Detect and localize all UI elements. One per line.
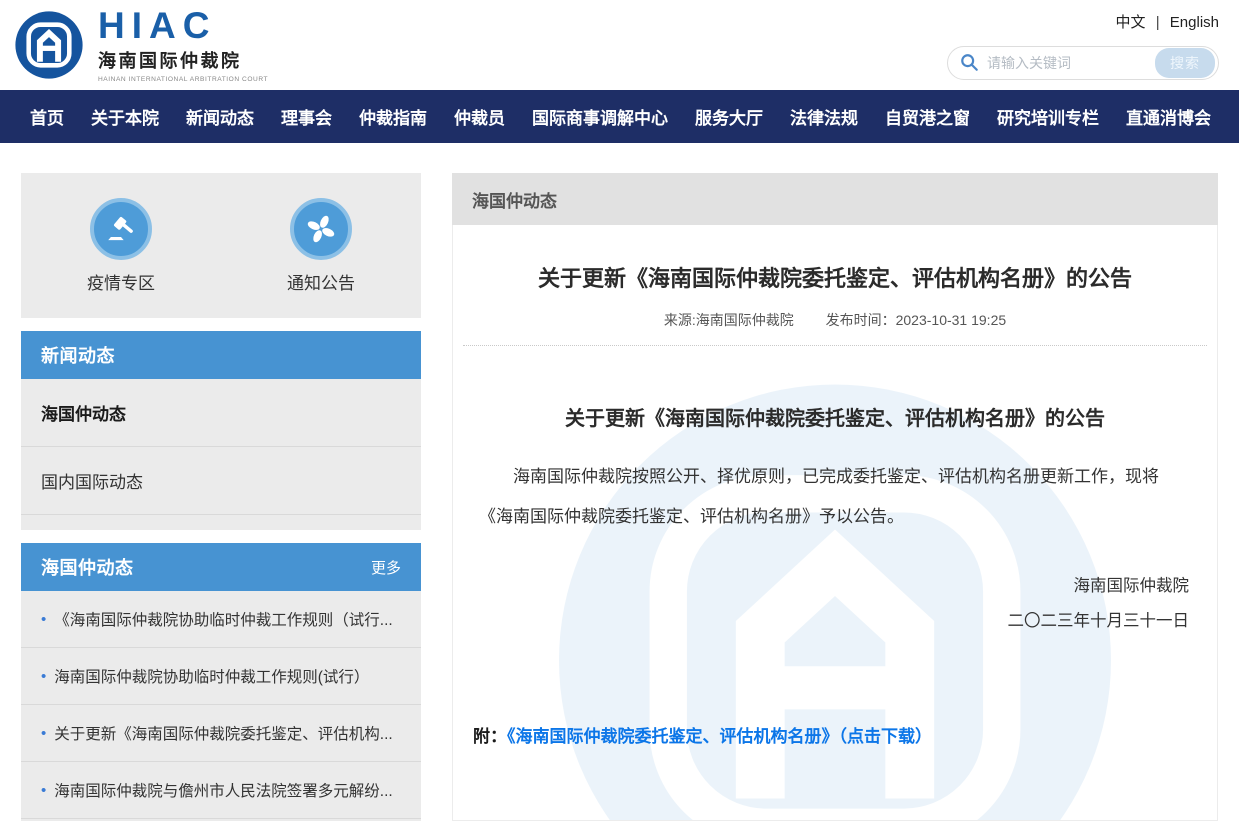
news-list-title: 海国仲动态	[41, 554, 134, 580]
bullet-icon: •	[41, 668, 46, 685]
nav-item-arbitration-guide[interactable]: 仲裁指南	[359, 104, 427, 129]
article-meta: 来源:海南国际仲裁院 发布时间：2023-10-31 19:25	[453, 310, 1217, 330]
article-publish-time: 发布时间：2023-10-31 19:25	[826, 312, 1007, 328]
news-menu-header: 新闻动态	[21, 331, 421, 379]
language-switcher: 中文 | English	[1116, 11, 1219, 32]
signature-block: 海南国际仲裁院 二〇二三年十月三十一日	[453, 569, 1217, 640]
news-list-item[interactable]: • 关于更新《海南国际仲裁院委托鉴定、评估机构...	[21, 705, 421, 762]
news-menu-title: 新闻动态	[41, 342, 115, 368]
nav-item-research-training[interactable]: 研究培训专栏	[997, 104, 1099, 129]
signature-date: 二〇二三年十月三十一日	[453, 604, 1189, 639]
logo-name-cn: 海南国际仲裁院	[98, 47, 268, 73]
section-title: 海国仲动态	[472, 187, 557, 212]
more-link[interactable]: 更多	[371, 557, 401, 578]
sidebar: 疫情专区 通知公告 新闻动态 海国仲动态 国内	[21, 173, 421, 821]
attachment-prefix: 附：	[473, 727, 507, 746]
news-list-item[interactable]: • 海南国际仲裁院协助临时仲裁工作规则(试行）	[21, 648, 421, 705]
nav-item-news[interactable]: 新闻动态	[186, 104, 254, 129]
news-menu-section: 新闻动态 海国仲动态 国内国际动态	[21, 331, 421, 530]
quick-link-label: 疫情专区	[87, 269, 155, 294]
news-list-section: 海国仲动态 更多 • 《海南国际仲裁院协助临时仲裁工作规则（试行... • 海南…	[21, 543, 421, 821]
gavel-icon	[90, 198, 152, 260]
main-content: 海国仲动态 关于更新《海南国际仲裁院委托鉴定、评估机构名册》的公告 来源:海南国…	[452, 173, 1218, 821]
nav-item-laws[interactable]: 法律法规	[790, 104, 858, 129]
signature-name: 海南国际仲裁院	[453, 569, 1189, 604]
news-menu-body: 海国仲动态 国内国际动态	[21, 379, 421, 530]
news-list-item-label: 关于更新《海南国际仲裁院委托鉴定、评估机构...	[54, 722, 392, 744]
article: 关于更新《海南国际仲裁院委托鉴定、评估机构名册》的公告 来源:海南国际仲裁院 发…	[452, 225, 1218, 821]
nav-item-mediation-center[interactable]: 国际商事调解中心	[532, 104, 668, 129]
section-title-bar: 海国仲动态	[452, 173, 1218, 225]
logo-text: HIAC 海南国际仲裁院 HAINAN INTERNATIONAL ARBITR…	[98, 7, 268, 83]
header-right: 中文 | English 搜索	[947, 11, 1219, 80]
pinwheel-icon	[290, 198, 352, 260]
search-button[interactable]: 搜索	[1155, 48, 1215, 78]
nav-item-service-hall[interactable]: 服务大厅	[695, 104, 763, 129]
nav-item-expo[interactable]: 直通消博会	[1126, 104, 1211, 129]
quick-link-label: 通知公告	[287, 269, 355, 294]
news-list-item-label: 海南国际仲裁院与儋州市人民法院签署多元解纷...	[54, 779, 392, 801]
bullet-icon: •	[41, 782, 46, 799]
news-list-body: • 《海南国际仲裁院协助临时仲裁工作规则（试行... • 海南国际仲裁院协助临时…	[21, 591, 421, 821]
article-body-title: 关于更新《海南国际仲裁院委托鉴定、评估机构名册》的公告	[453, 402, 1217, 431]
search-icon	[960, 53, 979, 72]
sidebar-item-hiac-news[interactable]: 海国仲动态	[21, 379, 421, 447]
search-input[interactable]	[987, 55, 1155, 71]
nav-item-free-trade-port[interactable]: 自贸港之窗	[885, 104, 970, 129]
site-header: HIAC 海南国际仲裁院 HAINAN INTERNATIONAL ARBITR…	[0, 0, 1239, 90]
logo-name-en: HAINAN INTERNATIONAL ARBITRATION COURT	[98, 76, 268, 83]
page-body: 疫情专区 通知公告 新闻动态 海国仲动态 国内	[0, 143, 1239, 821]
main-nav: 首页 关于本院 新闻动态 理事会 仲裁指南 仲裁员 国际商事调解中心 服务大厅 …	[0, 90, 1239, 143]
article-source: 来源:海南国际仲裁院	[664, 312, 794, 328]
search-box: 搜索	[947, 46, 1219, 80]
nav-item-home[interactable]: 首页	[30, 104, 64, 129]
lang-separator: |	[1156, 14, 1160, 31]
nav-item-council[interactable]: 理事会	[281, 104, 332, 129]
news-list-item[interactable]: • 《海南国际仲裁院协助临时仲裁工作规则（试行...	[21, 591, 421, 648]
nav-item-about[interactable]: 关于本院	[91, 104, 159, 129]
quick-links: 疫情专区 通知公告	[21, 173, 421, 318]
site-logo[interactable]: HIAC 海南国际仲裁院 HAINAN INTERNATIONAL ARBITR…	[14, 7, 268, 83]
bullet-icon: •	[41, 725, 46, 742]
lang-english-link[interactable]: English	[1170, 14, 1219, 31]
quick-link-notices[interactable]: 通知公告	[221, 173, 421, 318]
news-list-header: 海国仲动态 更多	[21, 543, 421, 591]
divider	[463, 345, 1207, 346]
news-list-item-label: 《海南国际仲裁院协助临时仲裁工作规则（试行...	[54, 608, 392, 630]
attachment-download-link[interactable]: 《海南国际仲裁院委托鉴定、评估机构名册》（点击下载）	[507, 727, 932, 746]
article-paragraph: 海南国际仲裁院按照公开、择优原则，已完成委托鉴定、评估机构名册更新工作，现将《海…	[479, 457, 1191, 537]
news-list-item[interactable]: • 海南国际仲裁院与儋州市人民法院签署多元解纷...	[21, 762, 421, 819]
nav-item-arbitrators[interactable]: 仲裁员	[454, 104, 505, 129]
quick-link-epidemic[interactable]: 疫情专区	[21, 173, 221, 318]
logo-acronym: HIAC	[98, 7, 268, 44]
hiac-logo-icon	[14, 10, 84, 80]
news-list-item-label: 海南国际仲裁院协助临时仲裁工作规则(试行）	[54, 665, 369, 687]
lang-chinese-link[interactable]: 中文	[1116, 14, 1146, 31]
bullet-icon: •	[41, 611, 46, 628]
sidebar-item-domestic-international[interactable]: 国内国际动态	[21, 447, 421, 515]
attachment-row: 附：《海南国际仲裁院委托鉴定、评估机构名册》（点击下载）	[453, 722, 1217, 747]
article-title: 关于更新《海南国际仲裁院委托鉴定、评估机构名册》的公告	[453, 261, 1217, 293]
